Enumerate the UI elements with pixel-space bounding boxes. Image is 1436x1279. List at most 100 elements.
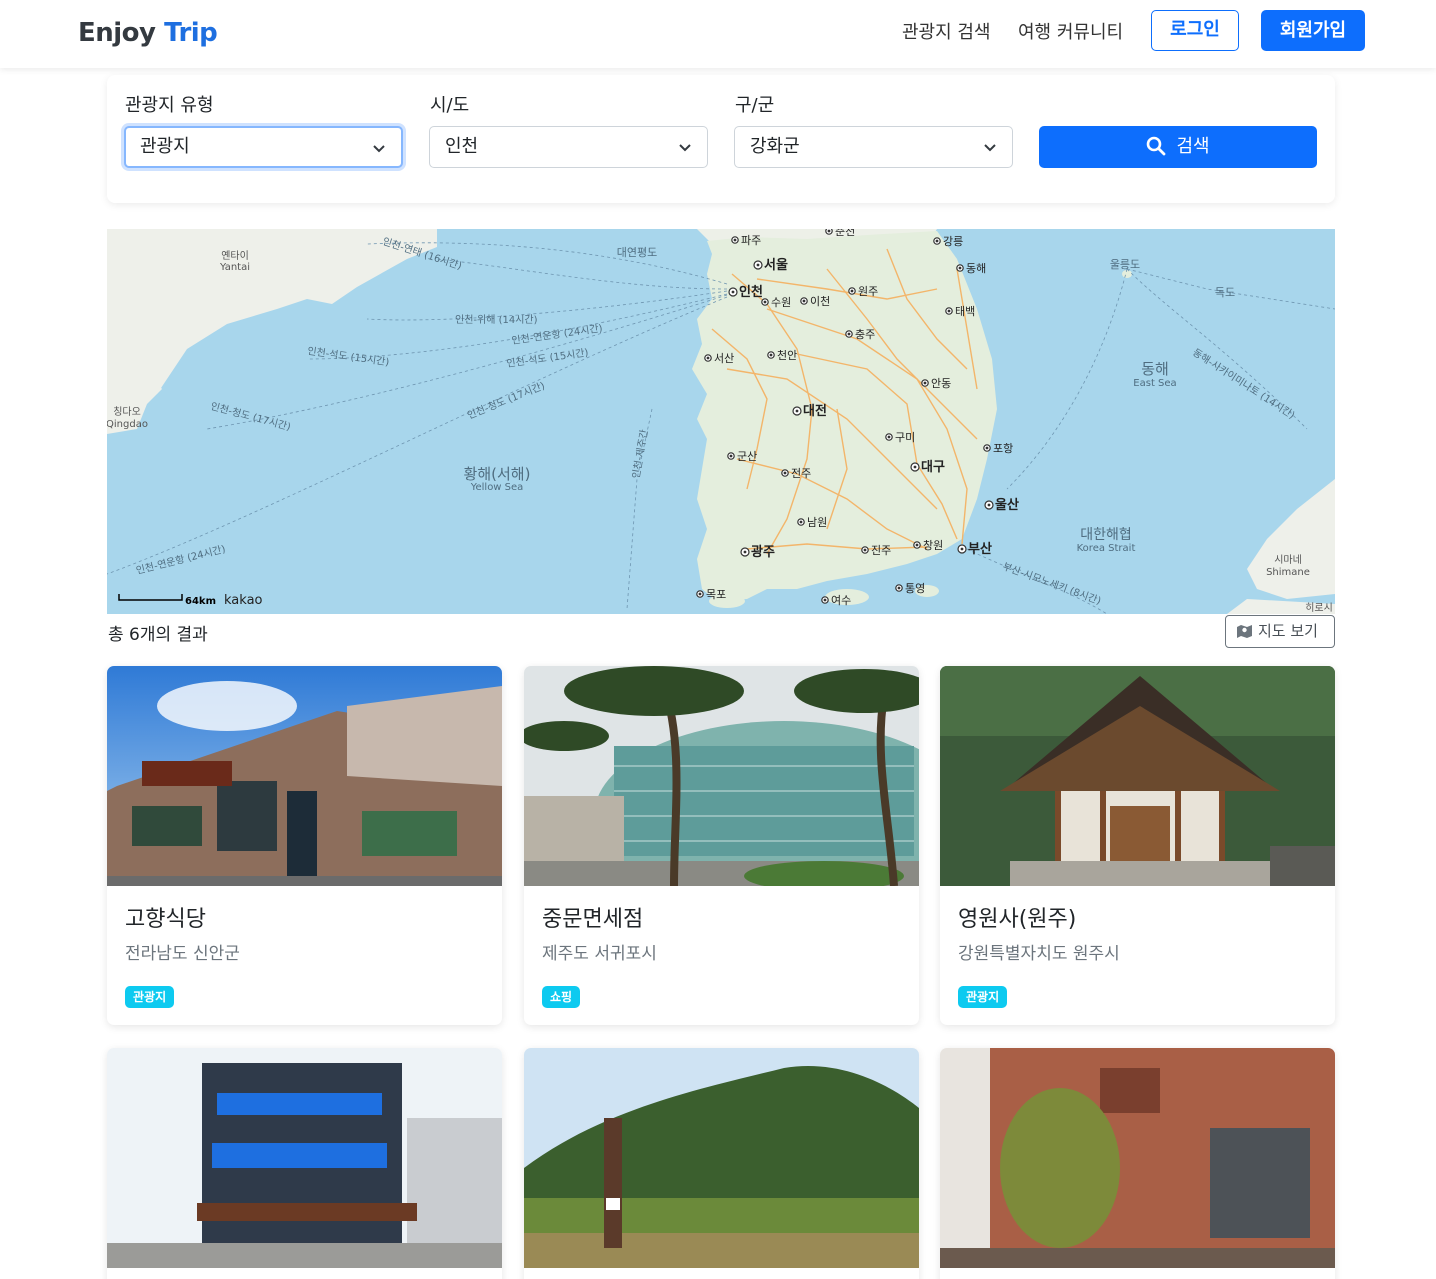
city-label: 부산 — [968, 541, 992, 557]
login-button[interactable]: 로그인 — [1151, 10, 1239, 51]
shimane-label: 시마네 — [1274, 554, 1302, 566]
qingdao-en-label: Qingdao — [107, 419, 148, 430]
city-label: 원주 — [858, 285, 878, 298]
attraction-photo — [524, 666, 919, 886]
gugun-label: 구/군 — [735, 95, 775, 116]
search-button-label: 검색 — [1176, 136, 1210, 157]
attraction-title: 영원사(원주) — [958, 907, 1077, 932]
attraction-card[interactable]: 영원사(원주) 강원특별자치도 원주시 관광지 — [940, 666, 1335, 1025]
route-label: 인천-연운항 (24시간) — [135, 543, 227, 577]
city-label: 목포 — [706, 588, 726, 601]
map-scale-bar: 64km kakao — [118, 593, 263, 608]
city-label: 통영 — [905, 582, 925, 595]
route-label: 인천-석도 (15시간) — [506, 347, 589, 370]
city-label: 서울 — [764, 257, 788, 273]
attraction-card[interactable]: 고향식당 전라남도 신안군 관광지 — [107, 666, 502, 1025]
route-label: 인천-청도 (17시간) — [466, 380, 547, 422]
korea-strait-label: 대한해협 — [1080, 527, 1132, 543]
attraction-location: 제주도 서귀포시 — [542, 944, 657, 964]
nav-attraction-search[interactable]: 관광지 검색 — [902, 18, 991, 44]
city-label: 군산 — [737, 450, 757, 463]
attraction-card[interactable] — [940, 1048, 1335, 1279]
korea-strait-en-label: Korea Strait — [1077, 543, 1136, 554]
city-label: 울산 — [995, 497, 1019, 513]
city-label: 대구 — [921, 460, 945, 475]
sido-select-value: 인천 — [445, 136, 479, 157]
yantai-label: 옌타이 — [221, 250, 249, 262]
attraction-photo — [107, 666, 502, 886]
city-label: 인천 — [739, 284, 763, 300]
kakao-logo: kakao — [224, 593, 263, 608]
brand-logo[interactable]: Enjoy Trip — [78, 18, 218, 48]
city-label: 안동 — [931, 377, 951, 390]
yellow-sea-label: 황해(서해) — [464, 465, 531, 483]
city-label: 대전 — [803, 403, 827, 419]
type-label: 관광지 유형 — [125, 95, 214, 116]
ulleung-label: 울릉도 — [1110, 258, 1140, 271]
scale-label: 64km — [185, 596, 216, 607]
city-label: 창원 — [923, 539, 943, 552]
map-view-button[interactable]: 지도 보기 — [1225, 615, 1335, 648]
city-label: 파주 — [741, 234, 761, 247]
brand-accent: Trip — [164, 18, 218, 48]
result-count: 총 6개의 결과 — [108, 625, 208, 645]
qingdao-label: 칭다오 — [113, 406, 141, 418]
attraction-photo — [940, 666, 1335, 886]
attraction-photo — [524, 1048, 919, 1268]
route-label: 인천-청도 (17시간) — [209, 400, 292, 433]
top-navbar: Enjoy Trip 관광지 검색 여행 커뮤니티 로그인 회원가입 — [0, 0, 1436, 68]
category-badge: 관광지 — [125, 986, 175, 1008]
hiroshima-label: 히로시 — [1305, 602, 1333, 614]
yeonpyeong-label: 대연평도 — [617, 246, 657, 259]
attraction-photo — [940, 1048, 1335, 1268]
category-badge: 관광지 — [958, 986, 1008, 1008]
search-button[interactable]: 검색 — [1039, 126, 1317, 168]
city-label: 광주 — [751, 545, 775, 560]
attraction-location: 강원특별자치도 원주시 — [958, 944, 1120, 964]
signup-button[interactable]: 회원가입 — [1261, 10, 1365, 51]
city-label: 서산 — [714, 352, 734, 365]
attraction-title: 중문면세점 — [542, 907, 644, 932]
city-label: 춘천 — [835, 229, 855, 238]
city-label: 수원 — [771, 296, 791, 309]
search-panel: 관광지 유형 관광지 시/도 인천 구/군 강화군 검색 — [107, 75, 1335, 203]
map-icon — [1237, 625, 1252, 638]
type-select-value: 관광지 — [140, 136, 190, 157]
kakao-map[interactable]: 인천-연태 (16시간) 인천-위해 (14시간) 인천-연운항 (24시간) … — [107, 229, 1335, 614]
sido-label: 시/도 — [430, 95, 470, 116]
city-marker: 부산 — [957, 541, 992, 557]
city-label: 진주 — [871, 544, 891, 557]
search-icon — [1147, 136, 1166, 156]
route-label: 동해-사카이미나토 (14시간) — [1190, 346, 1297, 422]
sido-select[interactable]: 인천 — [429, 126, 708, 168]
east-sea-en-label: East Sea — [1133, 378, 1176, 389]
map-view-button-label: 지도 보기 — [1258, 622, 1318, 640]
type-select[interactable]: 관광지 — [124, 126, 403, 168]
chevron-down-icon — [984, 144, 996, 152]
city-marker: 통영 — [895, 582, 925, 595]
attraction-card[interactable] — [524, 1048, 919, 1279]
city-label: 충주 — [855, 328, 875, 341]
city-label: 포항 — [993, 442, 1013, 455]
gugun-select[interactable]: 강화군 — [734, 126, 1013, 168]
nav-travel-community[interactable]: 여행 커뮤니티 — [1018, 18, 1123, 44]
attraction-card[interactable]: 중문면세점 제주도 서귀포시 쇼핑 — [524, 666, 919, 1025]
attraction-photo — [107, 1048, 502, 1268]
dokdo-label: 독도 — [1215, 286, 1235, 299]
yantai-en-label: Yantai — [219, 262, 250, 273]
route-label: 인천-제주간 — [630, 429, 650, 480]
attraction-title: 고향식당 — [125, 907, 206, 932]
city-marker: 목포 — [696, 588, 726, 601]
route-label: 인천-연운항 (24시간) — [511, 322, 604, 347]
category-badge: 쇼핑 — [542, 986, 581, 1008]
route-label: 부산-시모노세키 (8시간) — [1001, 561, 1103, 608]
attraction-card[interactable] — [107, 1048, 502, 1279]
route-label: 인천-석도 (15시간) — [307, 345, 390, 368]
city-label: 구미 — [895, 431, 915, 444]
yellow-sea-en-label: Yellow Sea — [470, 482, 524, 493]
city-label: 이천 — [810, 294, 830, 308]
shimane-en-label: Shimane — [1266, 567, 1310, 578]
city-label: 태백 — [955, 305, 975, 318]
city-marker: 울산 — [984, 497, 1019, 513]
east-sea-label: 동해 — [1141, 360, 1169, 378]
